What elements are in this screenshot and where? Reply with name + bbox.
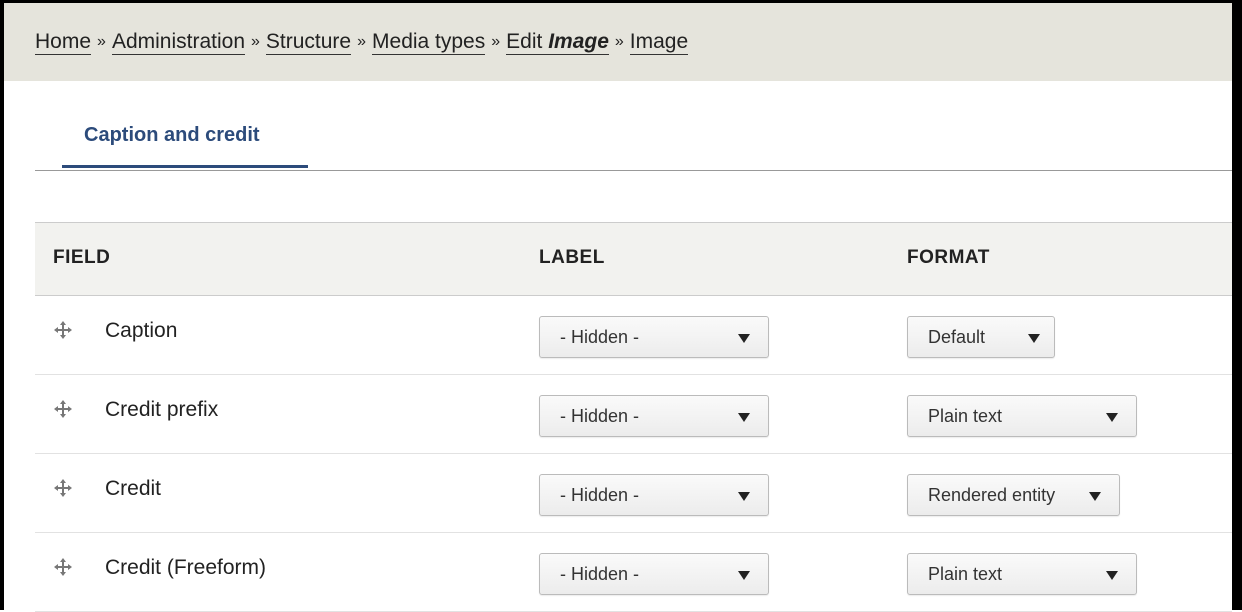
breadcrumb-edit-prefix: Edit bbox=[506, 29, 543, 53]
breadcrumb-separator: » bbox=[97, 33, 106, 50]
drag-handle-icon[interactable] bbox=[53, 320, 73, 340]
field-name: Caption bbox=[105, 319, 178, 342]
breadcrumb-edit-image-link[interactable]: Edit Image bbox=[506, 30, 609, 55]
label-select[interactable]: - Hidden - bbox=[539, 395, 769, 437]
drag-handle-icon[interactable] bbox=[53, 557, 73, 577]
chevron-down-icon bbox=[738, 492, 750, 501]
select-value: Plain text bbox=[928, 563, 1003, 584]
label-select[interactable]: - Hidden - bbox=[539, 316, 769, 358]
breadcrumb-separator: » bbox=[491, 33, 501, 50]
breadcrumb-separator: » bbox=[357, 33, 367, 50]
tab-bar: Caption and credit bbox=[35, 110, 1232, 171]
select-value: Rendered entity bbox=[928, 484, 1056, 505]
field-name: Credit (Freeform) bbox=[105, 556, 267, 579]
format-select[interactable]: Default bbox=[907, 316, 1055, 358]
select-value: - Hidden - bbox=[560, 484, 640, 505]
select-value: - Hidden - bbox=[560, 405, 640, 426]
chevron-down-icon bbox=[1106, 413, 1118, 422]
chevron-down-icon bbox=[1028, 334, 1040, 343]
breadcrumb-separator: » bbox=[614, 33, 624, 50]
label-select[interactable]: - Hidden - bbox=[539, 474, 769, 516]
breadcrumb-administration-link[interactable]: Administration bbox=[111, 30, 245, 55]
table-row: Caption - Hidden - Default bbox=[35, 296, 1232, 375]
table-row: Credit (Freeform) - Hidden - Plain text bbox=[35, 533, 1232, 612]
table-row: Credit - Hidden - Rendered entity bbox=[35, 454, 1232, 533]
chevron-down-icon bbox=[738, 413, 750, 422]
field-display-table: FIELD LABEL FORMAT Caption - Hidden - De… bbox=[35, 222, 1232, 612]
breadcrumb-media-types-link[interactable]: Media types bbox=[372, 30, 486, 55]
breadcrumb-structure-link[interactable]: Structure bbox=[265, 30, 352, 55]
column-header-format: FORMAT bbox=[907, 247, 990, 268]
drag-handle-icon[interactable] bbox=[53, 478, 73, 498]
breadcrumb-home-link[interactable]: Home bbox=[35, 30, 92, 55]
table-row: Credit prefix - Hidden - Plain text bbox=[35, 375, 1232, 454]
tab-caption-and-credit[interactable]: Caption and credit bbox=[62, 124, 308, 168]
select-value: Default bbox=[928, 326, 986, 347]
breadcrumb-separator: » bbox=[251, 33, 260, 50]
select-value: - Hidden - bbox=[560, 326, 640, 347]
column-header-field: FIELD bbox=[53, 247, 111, 268]
breadcrumb-edit-emphasis: Image bbox=[548, 29, 609, 53]
field-name: Credit prefix bbox=[105, 398, 219, 421]
select-value: - Hidden - bbox=[560, 563, 640, 584]
format-select[interactable]: Plain text bbox=[907, 553, 1137, 595]
screen-right-edge bbox=[1232, 0, 1242, 610]
chevron-down-icon bbox=[1106, 571, 1118, 580]
select-value: Plain text bbox=[928, 405, 1003, 426]
breadcrumb: Home » Administration » Structure » Medi… bbox=[4, 3, 1232, 81]
column-header-label: LABEL bbox=[539, 247, 605, 268]
screen-left-edge bbox=[0, 0, 4, 610]
label-select[interactable]: - Hidden - bbox=[539, 553, 769, 595]
chevron-down-icon bbox=[738, 334, 750, 343]
table-header: FIELD LABEL FORMAT bbox=[35, 222, 1232, 296]
format-select[interactable]: Plain text bbox=[907, 395, 1137, 437]
field-name: Credit bbox=[105, 477, 162, 500]
drag-handle-icon[interactable] bbox=[53, 399, 73, 419]
format-select[interactable]: Rendered entity bbox=[907, 474, 1120, 516]
chevron-down-icon bbox=[1089, 492, 1101, 501]
breadcrumb-image-link[interactable]: Image bbox=[629, 30, 689, 55]
chevron-down-icon bbox=[738, 571, 750, 580]
